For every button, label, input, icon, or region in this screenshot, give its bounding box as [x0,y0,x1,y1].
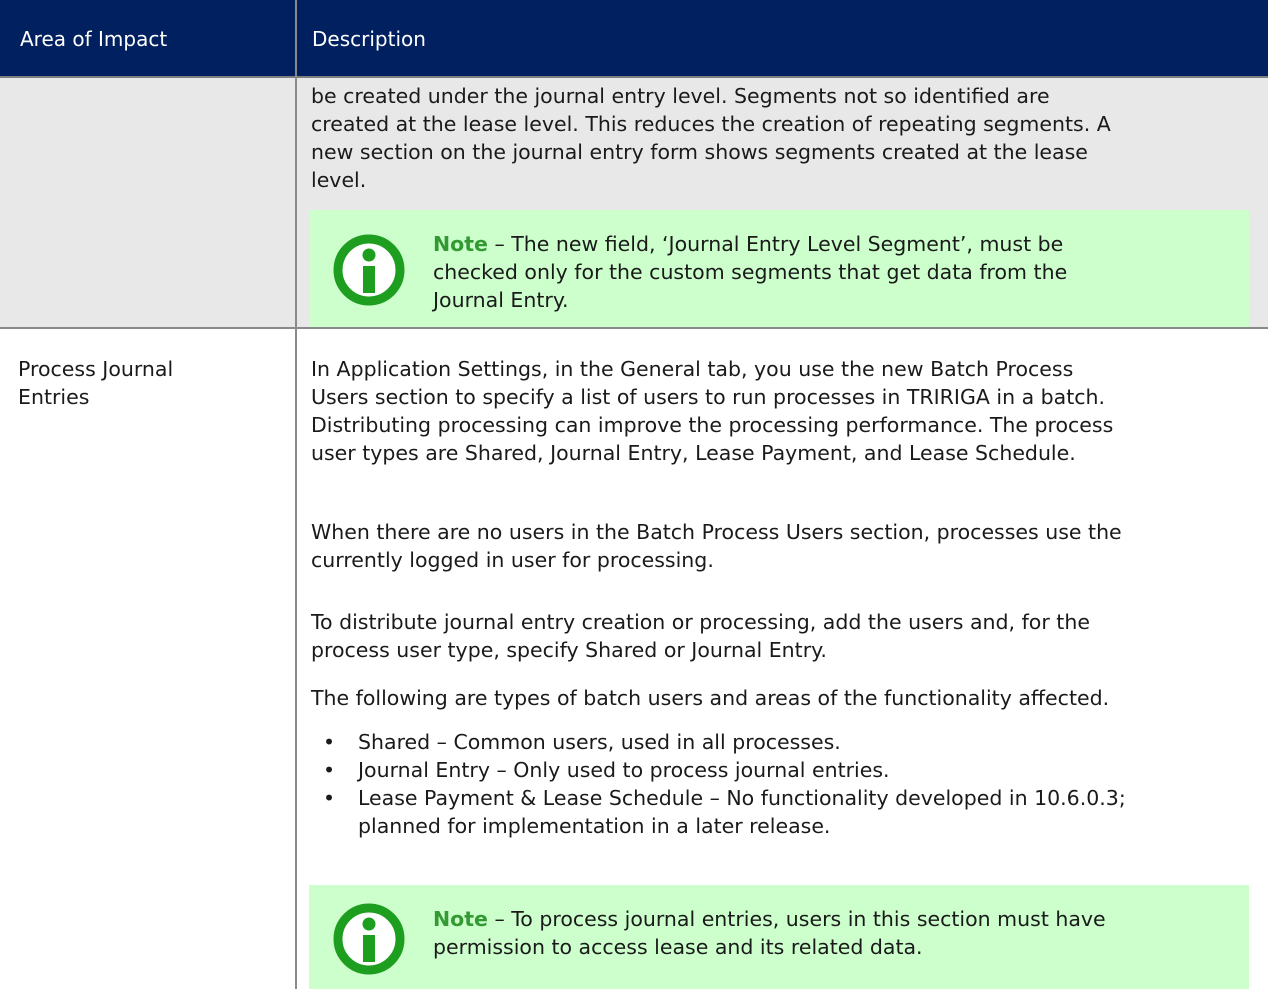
list-item-text: Journal Entry – Only used to process jou… [358,758,890,782]
column-divider [295,329,297,989]
bullet-icon: • [323,758,336,782]
list-item-text: Shared – Common users, used in all proce… [358,730,841,754]
list-item-text: planned for implementation in a later re… [358,814,831,838]
row2-paragraph: When there are no users in the Batch Pro… [311,518,1251,574]
text-line: Process Journal [18,357,174,381]
text-line: be created under the journal entry level… [311,84,1050,108]
list-item: • Journal Entry – Only used to process jo… [311,756,1251,784]
row2-area-of-impact: Process Journal Entries [18,355,278,411]
text-line: In Application Settings, in the General … [311,357,1074,381]
info-icon [333,234,405,306]
info-icon [333,903,405,975]
list-item: • Lease Payment & Lease Schedule – No fun… [311,784,1251,840]
note-text: Note – To process journal entries, users… [433,905,1233,961]
header-divider [295,0,297,78]
note-label: Note [433,232,488,256]
text-line: process user type, specify Shared or Jou… [311,638,827,662]
batch-user-types-list: • Shared – Common users, used in all proc… [311,728,1251,840]
header-area-of-impact: Area of Impact [20,27,168,51]
note-label: Note [433,907,488,931]
note-line: permission to access lease and its relat… [433,935,923,959]
text-line: created at the lease level. This reduces… [311,112,1111,136]
list-item-text: Lease Payment & Lease Schedule – No func… [358,786,1126,810]
text-line: level. [311,168,367,192]
text-line: When there are no users in the Batch Pro… [311,520,1122,544]
note-box: Note – To process journal entries, users… [309,885,1249,989]
impact-table: Area of Impact Description be created un… [0,0,1268,989]
column-divider [295,78,297,329]
row2-paragraph: In Application Settings, in the General … [311,355,1251,467]
text-line: Users section to specify a list of users… [311,385,1106,409]
text-line: Entries [18,385,90,409]
note-line: Journal Entry. [433,288,569,312]
bullet-icon: • [323,786,336,810]
bullet-icon: • [323,730,336,754]
note-text: Note – The new field, ‘Journal Entry Lev… [433,230,1233,314]
text-line: The following are types of batch users a… [311,686,1110,710]
text-line: user types are Shared, Journal Entry, Le… [311,441,1076,465]
header-description: Description [312,27,426,51]
table-header: Area of Impact Description [0,0,1268,78]
row2-paragraph: The following are types of batch users a… [311,684,1251,712]
text-line: Distributing processing can improve the … [311,413,1114,437]
text-line: currently logged in user for processing. [311,548,714,572]
row2-paragraph: To distribute journal entry creation or … [311,608,1251,664]
note-box: Note – The new field, ‘Journal Entry Lev… [309,210,1249,327]
row1-description: be created under the journal entry level… [311,82,1251,194]
note-line: – The new field, ‘Journal Entry Level Se… [487,232,1064,256]
note-line: checked only for the custom segments tha… [433,260,1068,284]
note-line: – To process journal entries, users in t… [487,907,1106,931]
text-line: To distribute journal entry creation or … [311,610,1090,634]
text-line: new section on the journal entry form sh… [311,140,1088,164]
list-item: • Shared – Common users, used in all proc… [311,728,1251,756]
